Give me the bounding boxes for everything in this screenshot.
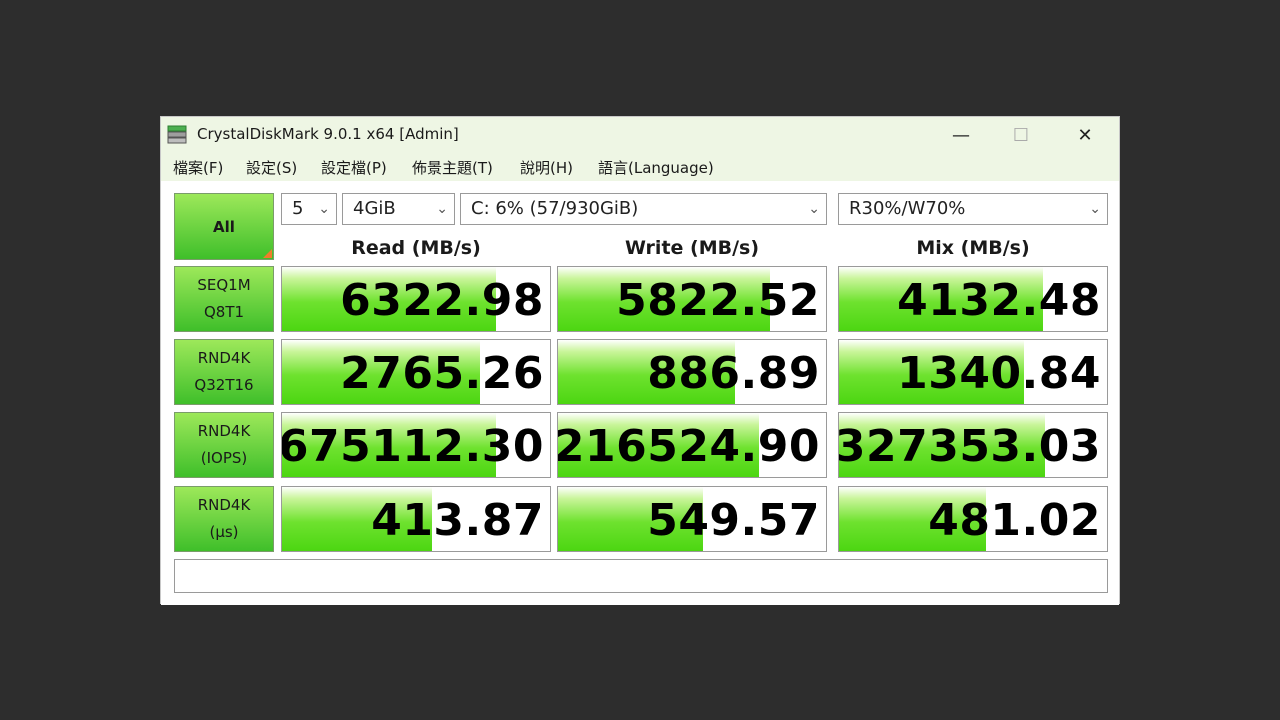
mix-value: 4132.48	[897, 275, 1101, 326]
write-header: Write (MB/s)	[624, 237, 760, 259]
test-button-seq1m-q8t1[interactable]: SEQ1M Q8T1	[174, 266, 274, 332]
window-title: CrystalDiskMark 9.0.1 x64 [Admin]	[197, 125, 459, 143]
menu-settings[interactable]: 設定(S)	[246, 157, 297, 178]
test-count-value: 5	[292, 198, 304, 219]
mix-value: 1340.84	[897, 348, 1101, 399]
result-write-rnd4k-iops: 216524.90	[557, 412, 827, 478]
result-write-rnd4k-q32t16: 886.89	[557, 339, 827, 405]
test-count-select[interactable]: 5 ⌄	[281, 193, 337, 225]
all-button[interactable]: All	[174, 193, 274, 260]
read-value: 6322.98	[340, 275, 544, 326]
result-write-seq1m: 5822.52	[557, 266, 827, 332]
test-size-value: 4GiB	[353, 198, 396, 219]
title-bar: CrystalDiskMark 9.0.1 x64 [Admin] — ☐ ✕	[161, 117, 1119, 153]
chevron-down-icon: ⌄	[436, 201, 448, 217]
menu-theme[interactable]: 佈景主題(T)	[412, 157, 493, 178]
result-read-rnd4k-q32t16: 2765.26	[281, 339, 551, 405]
result-write-rnd4k-latency: 549.57	[557, 486, 827, 552]
all-button-label: All	[213, 217, 235, 236]
result-read-rnd4k-latency: 413.87	[281, 486, 551, 552]
test-label-line1: SEQ1M	[197, 276, 251, 294]
mix-ratio-value: R30%/W70%	[849, 198, 966, 219]
test-label-line2: (IOPS)	[200, 449, 248, 467]
result-read-seq1m: 6322.98	[281, 266, 551, 332]
minimize-button[interactable]: —	[929, 117, 993, 153]
menu-bar: 檔案(F) 設定(S) 設定檔(P) 佈景主題(T) 說明(H) 語言(Lang…	[161, 153, 1119, 181]
read-value: 675112.30	[281, 421, 544, 472]
chevron-down-icon: ⌄	[1089, 201, 1101, 217]
write-value: 886.89	[647, 348, 820, 399]
test-button-rnd4k-q32t16[interactable]: RND4K Q32T16	[174, 339, 274, 405]
close-button[interactable]: ✕	[1053, 117, 1117, 153]
maximize-button[interactable]: ☐	[989, 117, 1053, 153]
menu-file[interactable]: 檔案(F)	[173, 157, 223, 178]
write-value: 5822.52	[616, 275, 820, 326]
comment-field[interactable]	[174, 559, 1108, 593]
menu-help[interactable]: 說明(H)	[520, 157, 573, 178]
read-header: Read (MB/s)	[351, 237, 481, 259]
menu-language[interactable]: 語言(Language)	[598, 157, 714, 178]
result-mix-rnd4k-q32t16: 1340.84	[838, 339, 1108, 405]
test-size-select[interactable]: 4GiB ⌄	[342, 193, 455, 225]
crystaldiskmark-window: CrystalDiskMark 9.0.1 x64 [Admin] — ☐ ✕ …	[160, 116, 1120, 605]
chevron-down-icon: ⌄	[318, 201, 330, 217]
test-button-rnd4k-latency[interactable]: RND4K (μs)	[174, 486, 274, 552]
test-button-rnd4k-iops[interactable]: RND4K (IOPS)	[174, 412, 274, 478]
app-disk-icon	[167, 125, 187, 144]
read-value: 413.87	[371, 495, 544, 546]
menu-profile[interactable]: 設定檔(P)	[321, 157, 387, 178]
result-mix-rnd4k-latency: 481.02	[838, 486, 1108, 552]
drive-select[interactable]: C: 6% (57/930GiB) ⌄	[460, 193, 827, 225]
test-label-line2: (μs)	[209, 523, 239, 541]
result-read-rnd4k-iops: 675112.30	[281, 412, 551, 478]
drive-value: C: 6% (57/930GiB)	[471, 198, 639, 219]
write-value: 216524.90	[557, 421, 820, 472]
main-panel: All 5 ⌄ 4GiB ⌄ C: 6% (57/930GiB) ⌄ R30%/…	[161, 181, 1119, 605]
test-label-line2: Q8T1	[203, 303, 245, 321]
write-value: 549.57	[647, 495, 820, 546]
test-label-line2: Q32T16	[194, 376, 254, 394]
result-mix-seq1m: 4132.48	[838, 266, 1108, 332]
test-label-line1: RND4K	[197, 349, 251, 367]
mix-value: 327353.03	[838, 421, 1101, 472]
chevron-down-icon: ⌄	[808, 201, 820, 217]
corner-marker	[263, 249, 272, 258]
result-mix-rnd4k-iops: 327353.03	[838, 412, 1108, 478]
mix-header: Mix (MB/s)	[916, 237, 1030, 259]
test-label-line1: RND4K	[197, 496, 251, 514]
mix-value: 481.02	[928, 495, 1101, 546]
mix-ratio-select[interactable]: R30%/W70% ⌄	[838, 193, 1108, 225]
test-label-line1: RND4K	[197, 422, 251, 440]
read-value: 2765.26	[340, 348, 544, 399]
